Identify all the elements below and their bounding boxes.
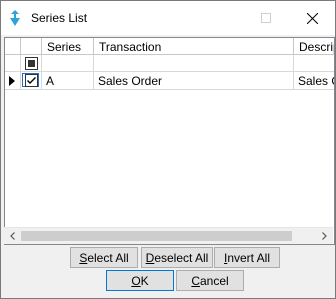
checked-checkbox-icon[interactable]	[25, 74, 38, 87]
minimize-button[interactable]	[197, 1, 243, 35]
table-cell-description[interactable]: Sales O	[294, 72, 334, 90]
column-header-select[interactable]	[21, 38, 42, 55]
column-header-transaction[interactable]: Transaction	[94, 38, 294, 55]
cancel-button[interactable]: Cancel	[176, 270, 244, 291]
minimize-icon	[215, 17, 225, 19]
column-header-label: Descrip	[299, 40, 334, 54]
select-all-button[interactable]: Select All	[70, 247, 138, 268]
close-icon	[306, 12, 318, 24]
title-bar[interactable]: Series List	[1, 1, 335, 35]
filter-row-header	[5, 55, 21, 72]
table-cell-series[interactable]: A	[42, 72, 94, 90]
filter-cell-description[interactable]	[294, 55, 334, 72]
app-icon	[7, 9, 23, 27]
series-grid: Series Transaction Descrip	[4, 37, 335, 245]
window-title: Series List	[31, 11, 88, 25]
table-cell-transaction[interactable]: Sales Order	[94, 72, 294, 90]
select-all-checkbox-cell[interactable]	[21, 55, 42, 72]
row-header-column	[5, 38, 21, 55]
chevron-right-icon	[322, 232, 327, 240]
column-header-series[interactable]: Series	[42, 38, 94, 55]
current-row-arrow-icon	[9, 76, 15, 86]
scrollbar-thumb[interactable]	[21, 231, 292, 241]
horizontal-scrollbar[interactable]	[4, 227, 333, 244]
scroll-right-button[interactable]	[316, 228, 333, 244]
indeterminate-checkbox-icon[interactable]	[25, 57, 38, 70]
maximize-icon	[261, 13, 271, 23]
series-list-window: Series List Series Transaction Descrip	[0, 0, 336, 299]
row-header-current[interactable]	[5, 72, 21, 90]
table-row-checkbox-cell[interactable]	[21, 72, 42, 90]
ok-button[interactable]: OK	[106, 270, 174, 291]
column-header-label: Series	[47, 40, 82, 54]
filter-cell-series[interactable]	[42, 55, 94, 72]
chevron-left-icon	[10, 232, 15, 240]
invert-all-button[interactable]: Invert All	[214, 247, 280, 268]
scroll-left-button[interactable]	[4, 228, 21, 244]
maximize-button	[243, 1, 289, 35]
close-button[interactable]	[289, 1, 335, 35]
filter-cell-transaction[interactable]	[94, 55, 294, 72]
deselect-all-button[interactable]: Deselect All	[141, 247, 213, 268]
column-header-label: Transaction	[99, 40, 162, 54]
column-header-description[interactable]: Descrip	[294, 38, 334, 55]
